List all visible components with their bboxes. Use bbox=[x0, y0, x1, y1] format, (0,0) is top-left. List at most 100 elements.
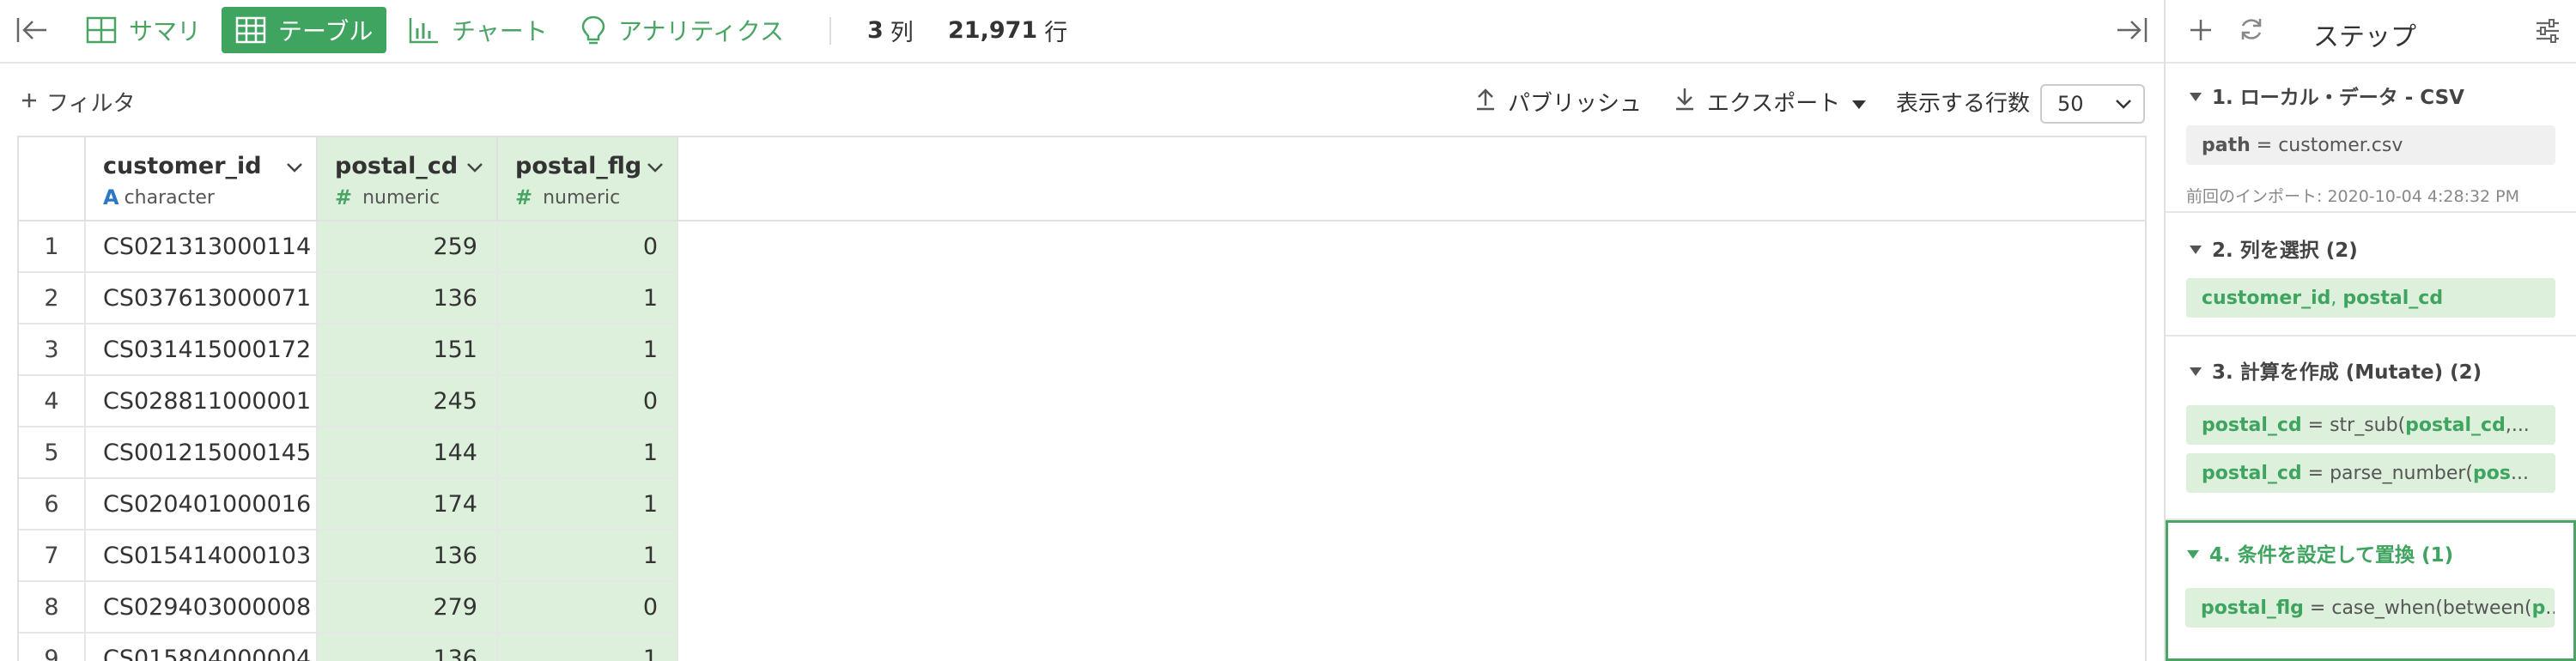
row-index-header bbox=[19, 137, 86, 221]
column-header-postal-cd[interactable]: postal_cd # numeric bbox=[318, 137, 498, 221]
cell-postal-flg[interactable]: 0 bbox=[498, 376, 678, 428]
rows-shown-label: 表示する行数 bbox=[1896, 91, 2031, 117]
cell-postal-flg[interactable]: 1 bbox=[498, 634, 678, 661]
chip-expression: = parse_number( bbox=[2301, 462, 2474, 484]
cell-postal-cd[interactable]: 144 bbox=[318, 428, 498, 479]
add-filter-button[interactable]: フィルタ bbox=[21, 86, 135, 118]
cell-postal-flg[interactable]: 0 bbox=[498, 582, 678, 634]
steps-panel-title: ステップ bbox=[2313, 22, 2416, 52]
chip-key: postal_flg bbox=[2201, 597, 2304, 619]
cell-postal-cd[interactable]: 136 bbox=[318, 531, 498, 582]
cell-customer-id[interactable]: CS020401000016 bbox=[86, 479, 318, 531]
collapse-left-icon[interactable] bbox=[15, 0, 50, 60]
cell-postal-flg[interactable]: 1 bbox=[498, 531, 678, 582]
top-toolbar: サマリ テーブル チャート アナリティクス 3 列 21,971 行 bbox=[0, 0, 2164, 64]
cell-customer-id[interactable]: CS037613000071 bbox=[86, 273, 318, 324]
cell-postal-cd[interactable]: 279 bbox=[318, 582, 498, 634]
numeric-type-icon: # bbox=[515, 185, 533, 209]
caret-down-icon bbox=[2187, 542, 2199, 564]
steps-panel: ステップ 1. ローカル・データ - CSV path = customer.c… bbox=[2164, 0, 2576, 661]
cell-postal-flg[interactable]: 1 bbox=[498, 324, 678, 376]
chip-key: postal_cd bbox=[2202, 414, 2302, 436]
rows-shown-select[interactable]: 50 bbox=[2040, 84, 2145, 124]
cell-postal-flg[interactable]: 1 bbox=[498, 428, 678, 479]
rows-shown-value: 50 bbox=[2057, 92, 2084, 116]
toolbar-divider bbox=[829, 17, 831, 45]
chart-icon bbox=[409, 16, 440, 44]
tab-summary-label: サマリ bbox=[129, 17, 202, 45]
table-icon bbox=[235, 16, 266, 44]
cell-customer-id[interactable]: CS015414000103 bbox=[86, 531, 318, 582]
step-local-data-csv[interactable]: 1. ローカル・データ - CSV path = customer.csv 前回… bbox=[2166, 65, 2576, 213]
step-chip[interactable]: postal_cd = parse_number( pos ... bbox=[2186, 453, 2555, 493]
upload-icon bbox=[1475, 87, 1496, 117]
step-conditional-replace[interactable]: 4. 条件を設定して置換 (1) postal_flg = case_when(… bbox=[2166, 520, 2576, 661]
collapse-right-icon[interactable] bbox=[2114, 0, 2148, 60]
cell-postal-cd[interactable]: 245 bbox=[318, 376, 498, 428]
chip-key: customer_id bbox=[2202, 287, 2331, 309]
step-chip[interactable]: postal_cd = str_sub( postal_cd ,... bbox=[2186, 405, 2555, 445]
step-chip[interactable]: path = customer.csv bbox=[2186, 125, 2555, 165]
cell-customer-id[interactable]: CS021313000114 bbox=[86, 221, 318, 273]
cell-postal-cd[interactable]: 136 bbox=[318, 634, 498, 661]
row-index: 2 bbox=[19, 273, 86, 324]
cell-postal-flg[interactable]: 1 bbox=[498, 273, 678, 324]
step-title-label: 2. 列を選択 (2) bbox=[2212, 240, 2358, 262]
row-count: 21,971 行 bbox=[948, 0, 1067, 60]
chip-key: postal_cd bbox=[2342, 287, 2444, 309]
cell-customer-id[interactable]: CS015804000004 bbox=[86, 634, 318, 661]
column-count: 3 列 bbox=[867, 0, 914, 60]
column-header-customer-id[interactable]: customer_id A character bbox=[86, 137, 318, 221]
chip-key: path bbox=[2202, 134, 2251, 156]
cell-postal-cd[interactable]: 174 bbox=[318, 479, 498, 531]
publish-button[interactable]: パブリッシュ bbox=[1475, 86, 1642, 118]
chip-ellipsis: ... bbox=[2510, 462, 2529, 484]
cell-postal-cd[interactable]: 136 bbox=[318, 273, 498, 324]
tab-analytics-label: アナリティクス bbox=[618, 17, 784, 45]
step-title: 3. 計算を作成 (Mutate) (2) bbox=[2190, 355, 2482, 385]
refresh-icon[interactable] bbox=[2238, 15, 2265, 46]
row-index: 4 bbox=[19, 376, 86, 428]
settings-sliders-icon[interactable] bbox=[2535, 19, 2561, 46]
chip-key: postal_cd bbox=[2202, 462, 2302, 484]
row-count-value: 21,971 bbox=[948, 16, 1038, 44]
cell-postal-cd[interactable]: 259 bbox=[318, 221, 498, 273]
cell-postal-cd[interactable]: 151 bbox=[318, 324, 498, 376]
step-mutate[interactable]: 3. 計算を作成 (Mutate) (2) postal_cd = str_su… bbox=[2166, 337, 2576, 520]
cell-postal-flg[interactable]: 1 bbox=[498, 479, 678, 531]
column-name: customer_id bbox=[103, 153, 262, 179]
cell-customer-id[interactable]: CS031415000172 bbox=[86, 324, 318, 376]
cell-customer-id[interactable]: CS028811000001 bbox=[86, 376, 318, 428]
row-index: 8 bbox=[19, 582, 86, 634]
select-chevron-icon bbox=[2114, 94, 2133, 118]
caret-down-icon bbox=[2190, 237, 2202, 259]
export-button[interactable]: エクスポート bbox=[1674, 86, 1867, 118]
chip-key: postal_cd bbox=[2405, 414, 2506, 436]
tab-analytics[interactable]: アナリティクス bbox=[580, 0, 784, 60]
numeric-type-icon: # bbox=[335, 185, 353, 209]
column-type-label: character bbox=[124, 186, 215, 209]
column-header-postal-flg[interactable]: postal_flg # numeric bbox=[498, 137, 678, 221]
chip-key: pos bbox=[2473, 462, 2511, 484]
column-menu-chevron-icon[interactable] bbox=[646, 158, 665, 180]
tab-summary[interactable]: サマリ bbox=[86, 0, 201, 60]
table-row: 9 CS015804000004 136 1 bbox=[19, 634, 2145, 661]
step-chip[interactable]: postal_flg = case_when(between( p ... bbox=[2185, 588, 2555, 628]
column-menu-chevron-icon[interactable] bbox=[285, 158, 304, 180]
add-step-icon[interactable] bbox=[2188, 17, 2214, 46]
chip-expression: = str_sub( bbox=[2301, 414, 2406, 436]
tab-chart[interactable]: チャート bbox=[409, 0, 548, 60]
cell-customer-id[interactable]: CS029403000008 bbox=[86, 582, 318, 634]
step-select-columns[interactable]: 2. 列を選択 (2) customer_id , postal_cd bbox=[2166, 213, 2576, 337]
column-type-label: numeric bbox=[543, 186, 621, 209]
cell-customer-id[interactable]: CS001215000145 bbox=[86, 428, 318, 479]
cell-postal-flg[interactable]: 0 bbox=[498, 221, 678, 273]
step-chip[interactable]: customer_id , postal_cd bbox=[2186, 278, 2555, 318]
table-row: 2 CS037613000071 136 1 bbox=[19, 273, 2145, 324]
table-row: 1 CS021313000114 259 0 bbox=[19, 221, 2145, 273]
column-menu-chevron-icon[interactable] bbox=[465, 158, 484, 180]
row-count-unit: 行 bbox=[1044, 19, 1068, 46]
sub-toolbar: フィルタ パブリッシュ エクスポート 表示する行数 bbox=[0, 65, 2164, 136]
step-title: 4. 条件を設定して置換 (1) bbox=[2187, 538, 2453, 567]
tab-table[interactable]: テーブル bbox=[222, 7, 387, 53]
